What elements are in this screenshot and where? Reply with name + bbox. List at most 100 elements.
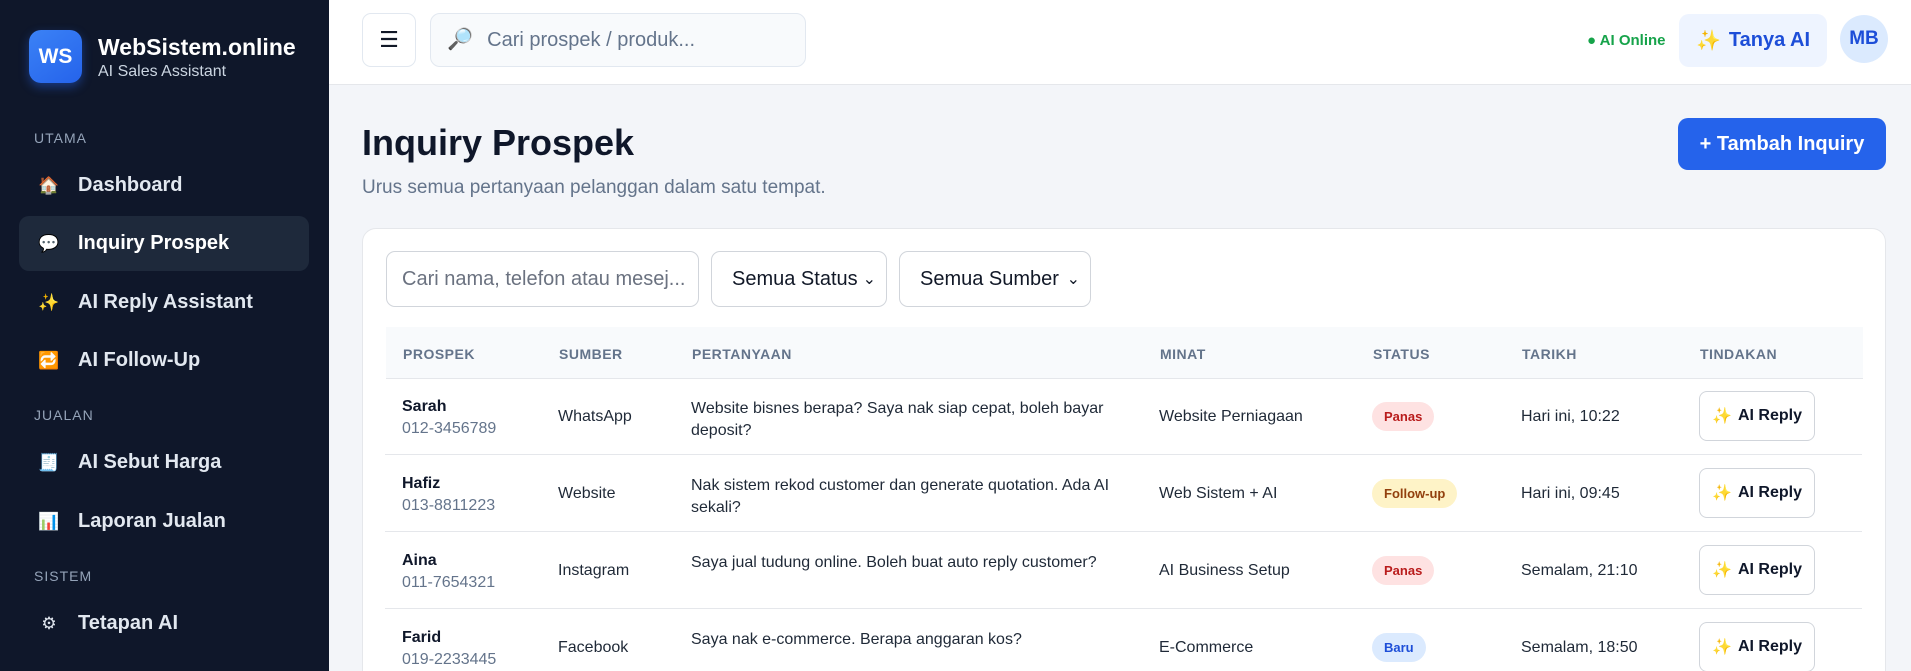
topbar: ☰ 🔎 ● AI Online ✨ Tanya AI MB	[329, 0, 1911, 85]
page-subtitle: Urus semua pertanyaan pelanggan dalam sa…	[362, 177, 826, 198]
gear-icon: ⚙	[41, 613, 57, 633]
sidebar-item-label: AI Reply Assistant	[78, 291, 253, 313]
global-search-input[interactable]	[487, 28, 788, 52]
ai-reply-label: AI Reply	[1737, 484, 1802, 501]
prospect-name: Aina	[402, 552, 437, 569]
interest-cell: Website Perniagaan	[1159, 408, 1303, 425]
sidebar-section-jualan: JUALAN	[34, 407, 94, 423]
ai-reply-button[interactable]: ✨ AI Reply	[1699, 391, 1815, 441]
ask-ai-label: Tanya AI	[1728, 29, 1811, 51]
inquiry-search	[386, 251, 699, 307]
question-cell: Website bisnes berapa? Saya nak siap cep…	[691, 400, 1104, 439]
sparkles-icon: ✨	[38, 292, 60, 312]
column-header-pertanyaan: PERTANYAAN	[692, 346, 792, 362]
prospect-cell: Aina 011-7654321	[402, 552, 495, 592]
sparkle-icon: ✨	[1712, 639, 1732, 656]
table-header: PROSPEK SUMBER PERTANYAAN MINAT STATUS T…	[386, 327, 1863, 379]
ai-reply-label: AI Reply	[1737, 407, 1802, 424]
receipt-icon: 🧾	[38, 452, 60, 472]
sidebar-item-tetapan-ai[interactable]: ⚙ Tetapan AI	[19, 596, 309, 651]
table-row[interactable]: Hafiz 013-8811223 Website Nak sistem rek…	[385, 455, 1862, 532]
ai-reply-label: AI Reply	[1737, 638, 1802, 655]
sidebar-item-ai-sebut-harga[interactable]: 🧾 AI Sebut Harga	[19, 435, 309, 490]
sidebar-item-dashboard[interactable]: 🏠 Dashboard	[19, 158, 309, 213]
sidebar-item-label: Dashboard	[78, 174, 183, 196]
date-cell: Semalam, 18:50	[1521, 639, 1638, 656]
ai-reply-button[interactable]: ✨ AI Reply	[1699, 545, 1815, 595]
prospect-phone: 013-8811223	[402, 497, 496, 514]
column-header-status: STATUS	[1373, 346, 1430, 362]
sparkle-icon: ✨	[1712, 485, 1732, 502]
search-icon: 🔎	[447, 28, 474, 51]
source-cell: WhatsApp	[558, 408, 632, 425]
sparkle-icon: ✨	[1695, 30, 1721, 52]
repeat-icon: 🔁	[38, 350, 60, 370]
source-cell: Website	[558, 485, 616, 502]
prospect-cell: Farid 019-2233445	[402, 629, 496, 669]
date-cell: Hari ini, 09:45	[1521, 485, 1620, 502]
sidebar-section-sistem: SISTEM	[34, 568, 93, 584]
chevron-down-icon: ⌄	[1066, 271, 1080, 288]
column-header-minat: MINAT	[1160, 346, 1206, 362]
interest-cell: E-Commerce	[1159, 639, 1254, 656]
column-header-sumber: SUMBER	[559, 346, 623, 362]
column-header-prospek: PROSPEK	[403, 346, 475, 362]
bar-chart-icon: 📊	[38, 511, 60, 531]
ai-reply-button[interactable]: ✨ AI Reply	[1699, 468, 1815, 518]
table-row[interactable]: Aina 011-7654321 Instagram Saya jual tud…	[385, 532, 1862, 609]
status-badge: Panas	[1372, 402, 1435, 431]
logo: WS	[29, 30, 82, 83]
status-filter-select[interactable]: Semua Status ⌄	[711, 251, 887, 307]
brand-subtitle: AI Sales Assistant	[98, 62, 227, 80]
sparkle-icon: ✨	[1712, 408, 1732, 425]
prospect-phone: 011-7654321	[402, 574, 496, 591]
sidebar-item-ai-follow-up[interactable]: 🔁 AI Follow-Up	[19, 333, 309, 388]
prospect-cell: Sarah 012-3456789	[402, 398, 496, 438]
house-icon: 🏠	[38, 175, 60, 195]
table-row[interactable]: Sarah 012-3456789 WhatsApp Website bisne…	[385, 378, 1862, 455]
hamburger-icon: ☰	[379, 27, 399, 52]
source-filter-value: Semua Sumber	[920, 267, 1059, 290]
source-cell: Facebook	[558, 639, 629, 656]
inquiry-search-input[interactable]	[402, 267, 692, 291]
prospect-phone: 012-3456789	[402, 420, 497, 437]
prospect-name: Farid	[402, 629, 442, 646]
sidebar: WS WebSistem.online AI Sales Assistant U…	[0, 0, 329, 671]
status-filter-value: Semua Status	[732, 267, 858, 290]
sidebar-item-inquiry-prospek[interactable]: 💬 Inquiry Prospek	[19, 216, 309, 271]
sidebar-item-label: Inquiry Prospek	[78, 232, 230, 254]
sidebar-item-label: AI Follow-Up	[78, 349, 201, 371]
status-badge: Baru	[1372, 633, 1426, 662]
table-row[interactable]: Farid 019-2233445 Facebook Saya nak e-co…	[385, 609, 1862, 671]
date-cell: Semalam, 21:10	[1521, 562, 1638, 579]
global-search: 🔎	[430, 13, 806, 67]
chat-icon: 💬	[38, 233, 60, 253]
interest-cell: AI Business Setup	[1159, 562, 1290, 579]
sidebar-item-ai-reply-assistant[interactable]: ✨ AI Reply Assistant	[19, 275, 309, 330]
status-badge: Follow-up	[1372, 479, 1458, 508]
source-cell: Instagram	[558, 562, 630, 579]
sidebar-section-utama: UTAMA	[34, 130, 87, 146]
column-header-tindakan: TINDAKAN	[1700, 346, 1778, 362]
question-cell: Saya jual tudung online. Boleh buat auto…	[691, 554, 1097, 571]
sidebar-item-label: Laporan Jualan	[78, 510, 226, 532]
ai-reply-button[interactable]: ✨ AI Reply	[1699, 622, 1815, 671]
avatar[interactable]: MB	[1840, 15, 1888, 63]
brand[interactable]: WS WebSistem.online AI Sales Assistant	[29, 30, 296, 83]
sidebar-item-label: AI Sebut Harga	[78, 451, 222, 473]
prospect-name: Hafiz	[402, 475, 441, 492]
ai-online-status: ● AI Online	[1587, 32, 1666, 49]
source-filter-select[interactable]: Semua Sumber ⌄	[899, 251, 1091, 307]
sidebar-item-laporan-jualan[interactable]: 📊 Laporan Jualan	[19, 494, 309, 549]
sparkle-icon: ✨	[1712, 562, 1732, 579]
sidebar-item-label: Tetapan AI	[78, 612, 179, 634]
menu-button[interactable]: ☰	[362, 13, 416, 67]
brand-name: WebSistem.online	[98, 33, 296, 60]
date-cell: Hari ini, 10:22	[1521, 408, 1620, 425]
add-inquiry-button[interactable]: + Tambah Inquiry	[1678, 118, 1886, 170]
ai-reply-label: AI Reply	[1737, 561, 1802, 578]
ask-ai-button[interactable]: ✨ Tanya AI	[1679, 14, 1827, 67]
column-header-tarikh: TARIKH	[1522, 346, 1577, 362]
question-cell: Saya nak e-commerce. Berapa anggaran kos…	[691, 631, 1022, 648]
interest-cell: Web Sistem + AI	[1159, 485, 1278, 502]
